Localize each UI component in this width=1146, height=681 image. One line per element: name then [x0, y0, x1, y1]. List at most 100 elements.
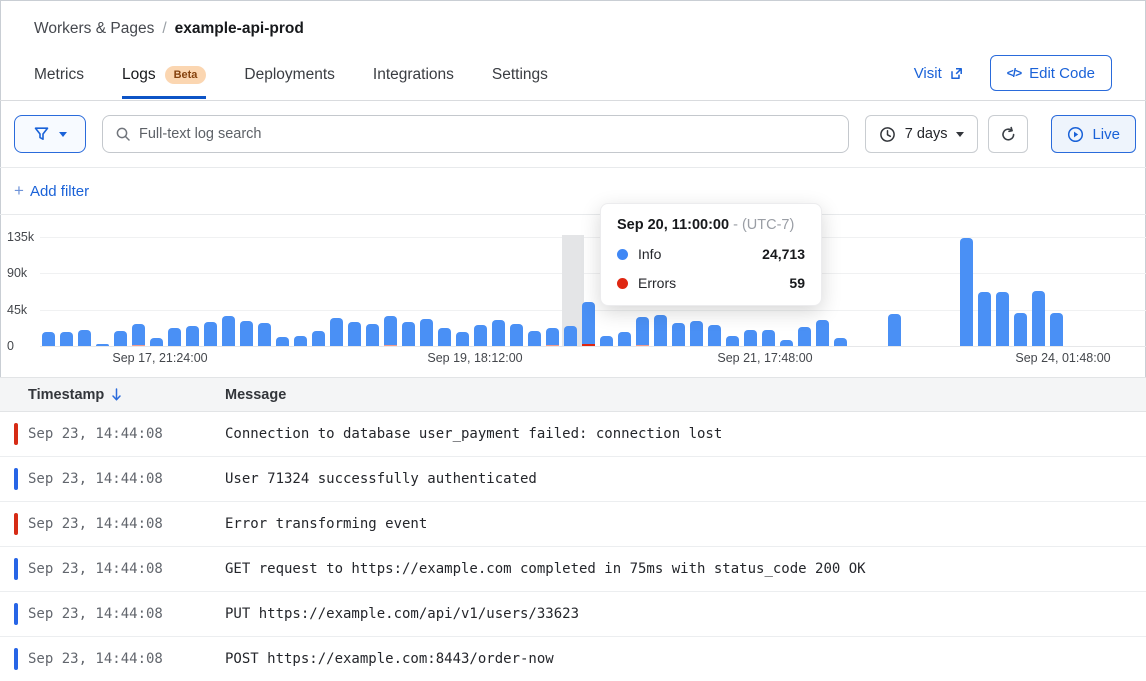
visit-link[interactable]: Visit [914, 65, 964, 82]
table-row[interactable]: Sep 23, 14:44:08 Error transforming even… [0, 502, 1146, 547]
timestamp-column-header[interactable]: Timestamp [28, 387, 225, 403]
tab-deployments[interactable]: Deployments [244, 66, 334, 99]
chart-bar[interactable] [960, 238, 973, 346]
chart-bar[interactable] [186, 326, 199, 346]
chart-bar[interactable] [726, 336, 739, 346]
chart-bar[interactable] [1032, 291, 1045, 346]
chart-bar[interactable] [708, 325, 721, 346]
chart-bar[interactable] [114, 331, 127, 346]
info-bar-segment [1014, 313, 1027, 346]
chart-bar[interactable] [312, 331, 325, 346]
chart-bar[interactable] [330, 318, 343, 346]
refresh-button[interactable] [988, 115, 1028, 153]
log-timestamp: Sep 23, 14:44:08 [28, 471, 225, 487]
chart-bar[interactable] [888, 314, 901, 346]
message-column-header: Message [225, 387, 286, 403]
table-row[interactable]: Sep 23, 14:44:08 User 71324 successfully… [0, 457, 1146, 502]
table-row[interactable]: Sep 23, 14:44:08 Connection to database … [0, 412, 1146, 457]
tab-integrations[interactable]: Integrations [373, 66, 454, 99]
live-button[interactable]: Live [1051, 115, 1136, 153]
info-bar-segment [708, 325, 721, 346]
add-filter-row: + Add filter [0, 168, 1146, 215]
chart-bar[interactable] [366, 324, 379, 346]
breadcrumb-parent[interactable]: Workers & Pages [34, 20, 154, 38]
tooltip-info-row: Info 24,713 [617, 246, 805, 262]
info-bar-segment [348, 322, 361, 346]
filter-dropdown-button[interactable] [14, 115, 86, 153]
info-bar-segment [600, 336, 613, 346]
chart-bar[interactable] [96, 344, 109, 346]
log-timestamp: Sep 23, 14:44:08 [28, 651, 225, 667]
chart-bar[interactable] [294, 336, 307, 346]
chart-bar[interactable] [276, 337, 289, 346]
search-icon [115, 126, 131, 142]
breadcrumb: Workers & Pages / example-api-prod [34, 0, 1112, 38]
chart-bar[interactable] [600, 336, 613, 346]
chart-bar[interactable] [834, 338, 847, 346]
chart-bar[interactable] [690, 321, 703, 346]
chart-bar[interactable] [978, 292, 991, 346]
tooltip-errors-value: 59 [789, 275, 805, 291]
chart-bar[interactable] [528, 331, 541, 346]
search-input[interactable] [139, 126, 836, 142]
chart-bar[interactable] [546, 328, 559, 346]
chart-bar[interactable] [636, 317, 649, 346]
tab-settings[interactable]: Settings [492, 66, 548, 99]
info-bar-segment [294, 336, 307, 346]
chart-bar[interactable] [42, 332, 55, 346]
table-row[interactable]: Sep 23, 14:44:08 GET request to https://… [0, 547, 1146, 592]
chart-bar[interactable] [780, 340, 793, 346]
info-bar-segment [1050, 313, 1063, 346]
chart-bar[interactable] [438, 328, 451, 346]
errors-bar-segment [132, 345, 145, 346]
chart-bar[interactable] [420, 319, 433, 346]
chart-bar[interactable] [240, 321, 253, 346]
log-level-indicator [14, 648, 18, 670]
edit-code-button[interactable]: </> Edit Code [990, 55, 1112, 91]
chart-bar[interactable] [1014, 313, 1027, 346]
tab-logs[interactable]: Logs Beta [122, 66, 206, 99]
tab-metrics[interactable]: Metrics [34, 66, 84, 99]
search-box [102, 115, 849, 153]
chart-bar[interactable] [816, 320, 829, 346]
chart-bar[interactable] [1050, 313, 1063, 346]
chart-bar[interactable] [258, 323, 271, 346]
info-bar-segment [996, 292, 1009, 346]
chart-bar[interactable] [402, 322, 415, 346]
log-table: Timestamp Message Sep 23, 14:44:08 Conne… [0, 377, 1146, 681]
time-range-button[interactable]: 7 days [865, 115, 979, 153]
errors-bar-segment [582, 344, 595, 346]
chart-bar[interactable] [384, 316, 397, 346]
table-row[interactable]: Sep 23, 14:44:08 POST https://example.co… [0, 637, 1146, 681]
chart-bar[interactable] [456, 332, 469, 346]
chart-bar[interactable] [474, 325, 487, 346]
chart-bar[interactable] [672, 323, 685, 346]
chart-bar[interactable] [996, 292, 1009, 346]
info-bar-segment [222, 316, 235, 346]
add-filter-button[interactable]: + Add filter [14, 181, 89, 201]
chart-plot-area: Sep 17, 21:24:00 Sep 19, 18:12:00 Sep 21… [40, 237, 1146, 346]
chart-bar[interactable] [492, 320, 505, 346]
chart-bar[interactable] [348, 322, 361, 346]
chart-bar[interactable] [222, 316, 235, 346]
log-timestamp: Sep 23, 14:44:08 [28, 561, 225, 577]
chart-bar[interactable] [204, 322, 217, 346]
chart-bar[interactable] [510, 324, 523, 346]
table-row[interactable]: Sep 23, 14:44:08 PUT https://example.com… [0, 592, 1146, 637]
chart-bar[interactable] [762, 330, 775, 346]
plus-icon: + [14, 181, 24, 201]
chart-bar[interactable] [78, 330, 91, 346]
chart-bar[interactable] [654, 315, 667, 346]
chart-bar[interactable] [582, 302, 595, 346]
info-bar-segment [744, 330, 757, 346]
chart-bar[interactable] [744, 330, 757, 346]
chart-bar[interactable] [564, 326, 577, 346]
chart-bar[interactable] [618, 332, 631, 346]
chart-bar[interactable] [798, 327, 811, 346]
chart-bar[interactable] [168, 328, 181, 346]
table-header: Timestamp Message [0, 377, 1146, 412]
chart-bar[interactable] [150, 338, 163, 346]
tooltip-errors-label: Errors [638, 275, 676, 291]
chart-bar[interactable] [60, 332, 73, 346]
chart-bar[interactable] [132, 324, 145, 346]
